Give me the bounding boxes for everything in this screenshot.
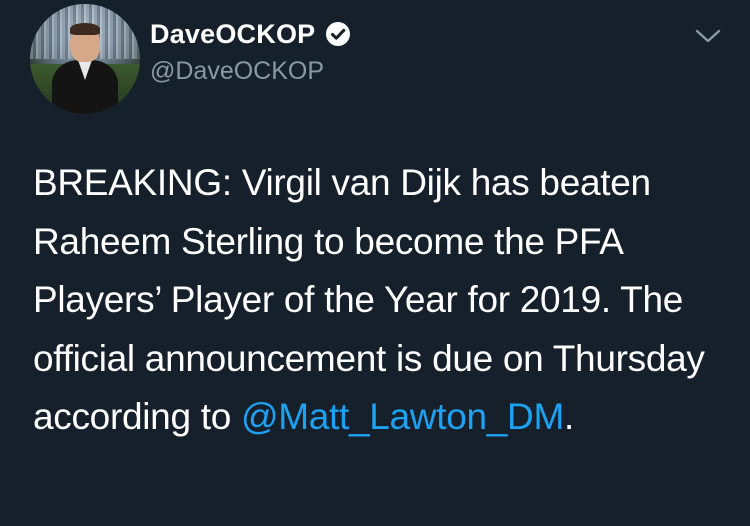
verified-badge-icon: [325, 21, 351, 47]
chevron-down-icon[interactable]: [694, 26, 722, 46]
tweet-card: DaveOCKOP @DaveOCKOP BREAKING: Virgil va…: [0, 0, 750, 526]
avatar-person-hair: [70, 23, 100, 35]
author-name-row: DaveOCKOP: [150, 14, 351, 54]
mention-link[interactable]: @Matt_Lawton_DM: [241, 396, 564, 437]
user-handle[interactable]: @DaveOCKOP: [150, 57, 324, 86]
display-name[interactable]: DaveOCKOP: [150, 19, 315, 50]
avatar[interactable]: [30, 4, 140, 114]
tweet-text-end: .: [563, 396, 574, 437]
tweet-text: BREAKING: Virgil van Dijk has beaten Rah…: [33, 154, 733, 447]
